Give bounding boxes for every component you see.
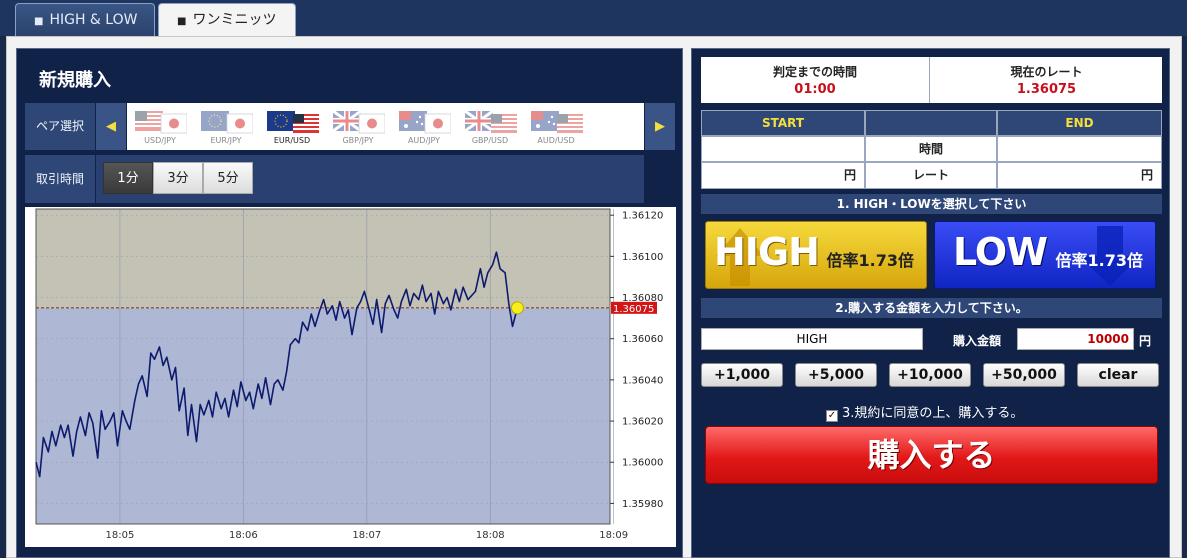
aud-jpy-flags-icon	[399, 111, 451, 134]
pair-eur-usd[interactable]: EUR/USD	[261, 107, 323, 147]
pair-code: EUR/USD	[273, 136, 311, 145]
time-option-3min[interactable]: 3分	[153, 162, 203, 194]
y-tick-label: 1.35980	[622, 499, 663, 510]
pair-gbp-usd[interactable]: GBP/USD	[459, 107, 521, 147]
agree-terms: ✓ 3.規約に同意の上、購入する。	[826, 402, 1023, 422]
rate-row-label: レート	[865, 162, 997, 189]
eur-jpy-flags-icon	[201, 111, 253, 134]
x-tick-label: 18:07	[352, 530, 381, 541]
triangle-left-icon: ◀	[106, 119, 116, 134]
y-tick-label: 1.36040	[622, 375, 663, 386]
current-rate-cell: 現在のレート 1.36075	[931, 57, 1162, 103]
step2-heading: 2.購入する金額を入力して下さい。	[701, 298, 1162, 318]
time-row-label: 時間	[865, 136, 997, 162]
y-tick-label: 1.36060	[622, 334, 663, 345]
status-table: 判定までの時間 01:00 現在のレート 1.36075	[701, 57, 1162, 103]
time-option-5min[interactable]: 5分	[203, 162, 253, 194]
pair-gbp-jpy[interactable]: GBP/JPY	[327, 107, 389, 147]
start-time-cell	[701, 136, 865, 162]
start-rate-cell: 円	[701, 162, 865, 189]
x-tick-label: 18:09	[599, 530, 628, 541]
square-icon: ■	[34, 16, 44, 27]
agree-checkbox[interactable]: ✓	[826, 410, 838, 422]
pair-prev-button[interactable]: ◀	[96, 103, 126, 150]
y-tick-label: 1.36100	[622, 252, 663, 263]
x-tick-label: 18:06	[229, 530, 258, 541]
tab-label: HIGH & LOW	[49, 12, 138, 28]
pair-next-button[interactable]: ▶	[645, 103, 675, 150]
y-tick-label: 1.36000	[622, 458, 663, 469]
end-header: END	[997, 110, 1162, 136]
tab-label: ワンミニッツ	[192, 12, 277, 28]
low-button[interactable]: LOW 倍率1.73倍	[934, 221, 1156, 289]
panel-title: 新規購入	[39, 70, 111, 91]
middle-header	[865, 110, 997, 136]
x-tick-label: 18:08	[476, 530, 505, 541]
usd-jpy-flags-icon	[135, 111, 187, 134]
time-to-judge-cell: 判定までの時間 01:00	[701, 57, 930, 103]
high-button[interactable]: HIGH 倍率1.73倍	[705, 221, 927, 289]
end-rate-cell: 円	[997, 162, 1162, 189]
agree-text: 3.規約に同意の上、購入する。	[842, 406, 1024, 421]
pair-aud-jpy[interactable]: AUD/JPY	[393, 107, 455, 147]
current-rate-badge-label: 1.36075	[613, 304, 654, 315]
current-rate-label: 現在のレート	[1010, 65, 1083, 79]
pair-eur-jpy[interactable]: EUR/JPY	[195, 107, 257, 147]
start-header: START	[701, 110, 865, 136]
pair-list: USD/JPY EUR/JPY EUR/USD GBP/JPY AUD/JPY	[127, 103, 644, 150]
add-50000-button[interactable]: +50,000	[983, 363, 1065, 387]
eur-usd-flags-icon	[267, 111, 319, 133]
price-chart: 18:05 18:06 18:07 18:08 18:09 1.36120 1.36100 1…	[25, 207, 676, 547]
x-tick-label: 18:05	[106, 530, 135, 541]
purchase-button[interactable]: 購入する	[705, 426, 1158, 484]
amount-label: 購入金額	[953, 334, 1002, 348]
add-1000-button[interactable]: +1,000	[701, 363, 783, 387]
high-payout-rate: 倍率1.73倍	[826, 251, 914, 270]
clear-button[interactable]: clear	[1077, 363, 1159, 387]
chart-upper-area	[36, 209, 610, 308]
amount-unit: 円	[1139, 334, 1152, 348]
pair-select-label: ペア選択	[25, 103, 95, 150]
square-icon: ■	[177, 16, 187, 27]
pair-aud-usd[interactable]: AUD/USD	[525, 107, 587, 147]
pair-code: USD/JPY	[144, 136, 176, 145]
step1-heading: 1. HIGH・LOWを選択して下さい	[701, 194, 1162, 214]
pair-code: EUR/JPY	[210, 136, 242, 145]
time-to-judge-value: 01:00	[794, 82, 836, 97]
tab-one-minute[interactable]: ■ ワンミニッツ	[158, 3, 296, 37]
current-price-dot	[510, 301, 524, 315]
triangle-right-icon: ▶	[655, 119, 665, 134]
tab-high-low[interactable]: ■ HIGH & LOW	[15, 3, 155, 37]
start-end-table: START END 時間 円 レート 円	[701, 110, 1162, 189]
add-5000-button[interactable]: +5,000	[795, 363, 877, 387]
pair-code: AUD/USD	[537, 136, 575, 145]
pair-code: AUD/JPY	[407, 136, 441, 145]
gbp-usd-flags-icon	[465, 109, 517, 133]
pair-code: GBP/USD	[471, 136, 509, 145]
low-label: LOW	[953, 230, 1048, 274]
current-rate-value: 1.36075	[1016, 82, 1077, 97]
end-time-cell	[997, 136, 1162, 162]
aud-usd-flags-icon	[531, 111, 583, 133]
high-label: HIGH	[714, 230, 820, 274]
trade-time-label: 取引時間	[25, 155, 95, 203]
time-option-1min[interactable]: 1分	[103, 162, 153, 194]
low-payout-rate: 倍率1.73倍	[1055, 251, 1143, 270]
amount-input[interactable]: 10000	[1017, 328, 1134, 350]
time-to-judge-label: 判定までの時間	[772, 65, 857, 79]
y-tick-label: 1.36020	[622, 417, 663, 428]
pair-code: GBP/JPY	[342, 136, 374, 145]
gbp-jpy-flags-icon	[333, 109, 385, 134]
selected-side-field: HIGH	[701, 328, 923, 350]
price-chart-svg: 18:05 18:06 18:07 18:08 18:09 1.36120 1.36100 1…	[35, 208, 663, 541]
y-tick-label: 1.36120	[622, 211, 663, 222]
pair-usd-jpy[interactable]: USD/JPY	[129, 107, 191, 147]
add-10000-button[interactable]: +10,000	[889, 363, 971, 387]
